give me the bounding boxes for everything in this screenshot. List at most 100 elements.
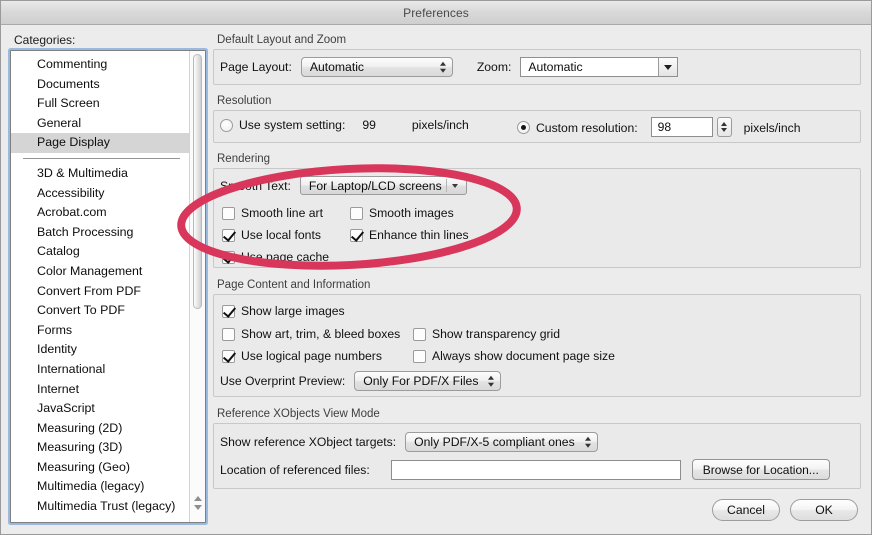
resolution-group: Use system setting: 99 pixels/inch Custo…: [213, 110, 861, 143]
use-system-setting-label: Use system setting:: [239, 118, 346, 132]
smooth-text-value: For Laptop/LCD screens: [308, 178, 442, 193]
scroll-up-icon[interactable]: [193, 496, 202, 501]
checkbox-checked-icon: [222, 250, 235, 264]
updown-arrows-icon: [439, 61, 446, 73]
custom-resolution-label: Custom resolution:: [536, 120, 638, 135]
checkbox-checked-icon: [222, 228, 235, 242]
chevron-down-icon[interactable]: [658, 58, 678, 76]
sidebar-item-convert-to-pdf[interactable]: Convert To PDF: [11, 301, 190, 321]
categories-listbox[interactable]: Commenting Documents Full Screen General…: [10, 50, 206, 523]
sidebar-item-documents[interactable]: Documents: [11, 75, 190, 95]
zoom-combobox[interactable]: Automatic: [520, 57, 679, 77]
use-local-fonts-label: Use local fonts: [241, 228, 321, 242]
layout-group: Page Layout: Automatic Zoom: Automatic: [213, 49, 861, 85]
updown-arrows-icon: [488, 375, 495, 387]
sidebar-item-accessibility[interactable]: Accessibility: [11, 184, 190, 204]
location-label: Location of referenced files:: [220, 462, 370, 477]
show-art-trim-bleed-label: Show art, trim, & bleed boxes: [241, 327, 401, 341]
smooth-line-art-checkbox[interactable]: Smooth line art: [222, 206, 323, 220]
custom-resolution-value: 98: [657, 120, 672, 134]
use-logical-page-numbers-label: Use logical page numbers: [241, 349, 382, 363]
page-layout-value: Automatic: [309, 60, 365, 74]
categories-scrollbar[interactable]: [189, 51, 205, 522]
window-titlebar: Preferences: [1, 1, 871, 25]
resolution-group-title: Resolution: [217, 95, 272, 107]
use-local-fonts-checkbox[interactable]: Use local fonts: [222, 228, 321, 242]
cancel-button[interactable]: Cancel: [712, 499, 780, 521]
sidebar-item-javascript[interactable]: JavaScript: [11, 399, 190, 419]
dialog-body: Categories: Commenting Documents Full Sc…: [1, 25, 871, 534]
preferences-window: Preferences Categories: Commenting Docum…: [0, 0, 872, 535]
checkbox-icon: [350, 206, 363, 220]
show-transparency-grid-checkbox[interactable]: Show transparency grid: [413, 327, 560, 341]
ok-button[interactable]: OK: [790, 499, 858, 521]
browse-for-location-button[interactable]: Browse for Location...: [691, 459, 830, 480]
settings-panel: Default Layout and Zoom Page Layout: Aut…: [213, 25, 861, 534]
custom-resolution-radio[interactable]: Custom resolution:: [517, 121, 638, 135]
window-title: Preferences: [403, 5, 469, 20]
sidebar-item-color-management[interactable]: Color Management: [11, 262, 190, 282]
enhance-thin-lines-label: Enhance thin lines: [369, 228, 469, 242]
updown-arrows-icon: [584, 436, 591, 448]
custom-resolution-units: pixels/inch: [743, 120, 801, 135]
xobject-targets-popup[interactable]: Only PDF/X-5 compliant ones: [405, 432, 598, 452]
system-resolution-value: 99: [362, 118, 376, 132]
enhance-thin-lines-checkbox[interactable]: Enhance thin lines: [350, 228, 469, 242]
sidebar-item-acrobat-com[interactable]: Acrobat.com: [11, 203, 190, 223]
checkbox-checked-icon: [222, 349, 235, 363]
use-page-cache-checkbox[interactable]: Use page cache: [222, 250, 329, 264]
page-content-group: Show large images Show art, trim, & blee…: [213, 294, 861, 397]
sidebar-item-forms[interactable]: Forms: [11, 321, 190, 341]
radio-selected-icon: [517, 121, 530, 134]
custom-resolution-stepper[interactable]: [716, 117, 732, 137]
use-logical-page-numbers-checkbox[interactable]: Use logical page numbers: [222, 349, 382, 363]
show-art-trim-bleed-checkbox[interactable]: Show art, trim, & bleed boxes: [222, 327, 400, 341]
page-layout-popup[interactable]: Automatic: [300, 57, 453, 77]
zoom-value: Automatic: [528, 60, 583, 74]
location-input[interactable]: [390, 459, 681, 480]
sidebar-item-multimedia-trust-legacy[interactable]: Multimedia Trust (legacy): [11, 497, 190, 517]
checkbox-icon: [413, 349, 426, 363]
sidebar-item-3d-multimedia[interactable]: 3D & Multimedia: [11, 164, 190, 184]
smooth-images-label: Smooth images: [369, 206, 454, 220]
sidebar-item-measuring-3d[interactable]: Measuring (3D): [11, 438, 190, 458]
sidebar-item-multimedia-legacy[interactable]: Multimedia (legacy): [11, 477, 190, 497]
always-show-page-size-checkbox[interactable]: Always show document page size: [413, 349, 615, 363]
sidebar-item-convert-from-pdf[interactable]: Convert From PDF: [11, 282, 190, 302]
custom-resolution-input[interactable]: 98: [650, 117, 713, 137]
sidebar-item-full-screen[interactable]: Full Screen: [11, 94, 190, 114]
overprint-preview-popup[interactable]: Only For PDF/X Files: [354, 371, 502, 391]
scrollbar-arrows[interactable]: [190, 496, 205, 518]
sidebar-item-measuring-2d[interactable]: Measuring (2D): [11, 419, 190, 439]
checkbox-checked-icon: [222, 304, 235, 318]
cancel-label: Cancel: [727, 503, 765, 517]
overprint-preview-label: Use Overprint Preview:: [220, 374, 346, 388]
scrollbar-thumb[interactable]: [193, 54, 202, 309]
zoom-label: Zoom:: [476, 60, 512, 74]
sidebar-item-batch-processing[interactable]: Batch Processing: [11, 223, 190, 243]
categories-list[interactable]: Commenting Documents Full Screen General…: [11, 51, 190, 522]
show-large-images-checkbox[interactable]: Show large images: [222, 304, 345, 318]
use-page-cache-label: Use page cache: [241, 250, 330, 264]
sidebar-item-identity[interactable]: Identity: [11, 340, 190, 360]
sidebar-item-catalog[interactable]: Catalog: [11, 242, 190, 262]
scrollbar-track[interactable]: [190, 51, 205, 496]
rendering-group: Smooth Text: For Laptop/LCD screens Smoo…: [213, 168, 861, 268]
sidebar-item-internet[interactable]: Internet: [11, 380, 190, 400]
page-layout-label: Page Layout:: [220, 60, 292, 74]
sidebar-item-commenting[interactable]: Commenting: [11, 55, 190, 75]
checkbox-checked-icon: [350, 228, 363, 242]
smooth-text-popup[interactable]: For Laptop/LCD screens: [299, 176, 467, 195]
sidebar-separator: [11, 153, 190, 164]
categories-label: Categories:: [14, 33, 76, 47]
smooth-images-checkbox[interactable]: Smooth images: [350, 206, 454, 220]
sidebar-item-general[interactable]: General: [11, 114, 190, 134]
sidebar-item-page-display[interactable]: Page Display: [11, 133, 190, 153]
sidebar-item-measuring-geo[interactable]: Measuring (Geo): [11, 458, 190, 478]
page-content-group-title: Page Content and Information: [217, 279, 371, 291]
use-system-setting-radio[interactable]: Use system setting:: [220, 118, 345, 132]
scroll-down-icon[interactable]: [193, 505, 202, 510]
sidebar-item-international[interactable]: International: [11, 360, 190, 380]
ok-label: OK: [815, 503, 833, 517]
checkbox-icon: [222, 327, 235, 341]
